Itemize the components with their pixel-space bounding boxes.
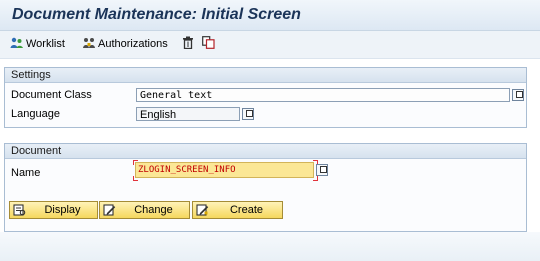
trash-icon (182, 36, 196, 52)
authorizations-button[interactable]: Authorizations (82, 36, 168, 52)
display-label: Display (44, 204, 81, 216)
document-class-label: Document Class (11, 89, 92, 101)
focus-corner-bottom-left (133, 176, 138, 181)
language-field[interactable]: English (136, 107, 240, 121)
pencil-icon (100, 202, 118, 218)
document-group-header: Document (5, 144, 526, 159)
focus-corner-bottom-right (313, 176, 318, 181)
create-button[interactable]: Create (192, 201, 283, 219)
page-title: Document Maintenance: Initial Screen (12, 6, 301, 23)
name-input[interactable]: ZLOGIN_SCREEN_INFO (135, 162, 314, 178)
authorizations-icon (82, 37, 98, 52)
document-class-value-help-icon[interactable] (512, 89, 524, 101)
name-value-help-icon[interactable] (316, 164, 328, 176)
change-button[interactable]: Change (99, 201, 190, 219)
copy-icon (202, 36, 217, 52)
display-icon (10, 202, 28, 218)
language-value-help-icon[interactable] (242, 108, 254, 120)
create-icon (193, 202, 211, 218)
focus-corner-top-left (133, 160, 138, 165)
copy-button[interactable] (202, 36, 217, 52)
name-label: Name (11, 167, 41, 179)
display-button[interactable]: Display (9, 201, 98, 219)
worklist-button[interactable]: Worklist (10, 36, 65, 52)
settings-group: Settings Document Class General text Lan… (4, 67, 527, 128)
change-label: Change (134, 204, 173, 216)
settings-group-header: Settings (5, 68, 526, 83)
application-toolbar: Worklist Authorizations (0, 31, 540, 59)
authorizations-label: Authorizations (98, 38, 168, 50)
document-class-field[interactable]: General text (136, 88, 510, 102)
worklist-label: Worklist (26, 38, 65, 50)
screen-background-footer (0, 232, 540, 261)
language-label: Language (11, 108, 60, 120)
create-label: Create (229, 204, 264, 216)
delete-button[interactable] (182, 36, 196, 52)
worklist-icon (10, 37, 26, 52)
title-bar: Document Maintenance: Initial Screen (0, 0, 540, 31)
